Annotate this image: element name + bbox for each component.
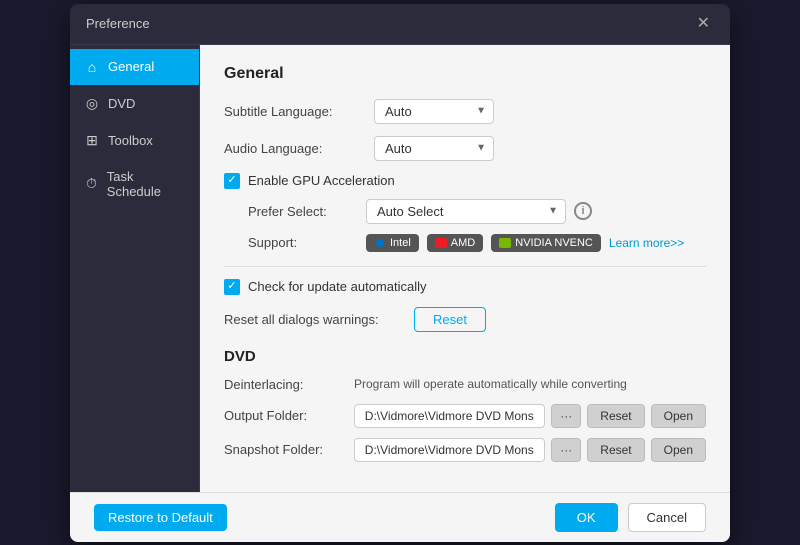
audio-language-select[interactable]: Auto English Chinese xyxy=(374,136,494,161)
check-update-row: ✓ Check for update automatically xyxy=(224,279,706,295)
gpu-section: ✓ Enable GPU Acceleration Prefer Select:… xyxy=(224,173,706,252)
deinterlacing-value: Program will operate automatically while… xyxy=(354,377,627,391)
home-icon: ⌂ xyxy=(84,59,100,75)
nvidia-logo xyxy=(499,238,511,248)
sidebar: ⌂ General ◎ DVD ⊞ Toolbox ⏱ Task Schedul… xyxy=(70,45,200,492)
gpu-checkbox-row: ✓ Enable GPU Acceleration xyxy=(224,173,706,189)
check-icon: ✓ xyxy=(227,175,236,186)
dialog-body: ⌂ General ◎ DVD ⊞ Toolbox ⏱ Task Schedul… xyxy=(70,45,730,492)
amd-logo xyxy=(435,238,447,248)
snapshot-folder-dots-button[interactable]: ··· xyxy=(551,438,581,462)
deinterlacing-label: Deinterlacing: xyxy=(224,377,354,392)
deinterlacing-row: Deinterlacing: Program will operate auto… xyxy=(224,377,706,392)
snapshot-folder-open-button[interactable]: Open xyxy=(651,438,706,462)
snapshot-folder-reset-button[interactable]: Reset xyxy=(587,438,644,462)
intel-badge: Intel xyxy=(366,234,419,252)
reset-dialogs-button[interactable]: Reset xyxy=(414,307,486,332)
subtitle-language-row: Subtitle Language: Auto English Chinese … xyxy=(224,99,706,124)
sidebar-label-general: General xyxy=(108,59,154,74)
gpu-checkbox-label: Enable GPU Acceleration xyxy=(248,173,395,188)
subtitle-language-select[interactable]: Auto English Chinese xyxy=(374,99,494,124)
sidebar-label-toolbox: Toolbox xyxy=(108,133,153,148)
prefer-select-wrapper: Auto Select Intel AMD NVIDIA NVENC ▼ xyxy=(366,199,566,224)
nvidia-badge: NVIDIA NVENC xyxy=(491,234,601,252)
prefer-label: Prefer Select: xyxy=(248,204,358,219)
snapshot-folder-label: Snapshot Folder: xyxy=(224,442,348,457)
cancel-button[interactable]: Cancel xyxy=(628,503,706,532)
output-folder-open-button[interactable]: Open xyxy=(651,404,706,428)
reset-dialogs-row: Reset all dialogs warnings: Reset xyxy=(224,307,706,332)
info-icon[interactable]: i xyxy=(574,202,592,220)
reset-dialogs-label: Reset all dialogs warnings: xyxy=(224,312,414,327)
sidebar-label-task-schedule: Task Schedule xyxy=(107,169,185,199)
audio-language-label: Audio Language: xyxy=(224,141,374,156)
footer-actions: OK Cancel xyxy=(555,503,706,532)
dvd-section-title: DVD xyxy=(224,348,706,365)
check-update-check-icon: ✓ xyxy=(227,281,236,292)
snapshot-folder-input[interactable] xyxy=(354,438,546,462)
amd-badge: AMD xyxy=(427,234,483,252)
clock-icon: ⏱ xyxy=(84,175,99,192)
footer: Restore to Default OK Cancel xyxy=(70,492,730,542)
subtitle-language-label: Subtitle Language: xyxy=(224,104,374,119)
support-label: Support: xyxy=(248,235,358,250)
audio-language-wrapper: Auto English Chinese ▼ xyxy=(374,136,494,161)
sidebar-item-general[interactable]: ⌂ General xyxy=(70,49,199,85)
learn-more-link[interactable]: Learn more>> xyxy=(609,236,684,250)
output-folder-row: Output Folder: ··· Reset Open xyxy=(224,404,706,428)
output-folder-label: Output Folder: xyxy=(224,408,348,423)
gpu-checkbox[interactable]: ✓ xyxy=(224,173,240,189)
main-content: General Subtitle Language: Auto English … xyxy=(200,45,730,492)
dialog-title: Preference xyxy=(86,16,150,31)
preference-dialog: Preference ✕ ⌂ General ◎ DVD ⊞ Toolbox ⏱… xyxy=(70,4,730,542)
intel-logo xyxy=(374,238,386,248)
ok-button[interactable]: OK xyxy=(555,503,618,532)
restore-default-button[interactable]: Restore to Default xyxy=(94,504,227,531)
output-folder-input[interactable] xyxy=(354,404,546,428)
support-row: Support: Intel AMD NVIDIA NVENC Learn mo… xyxy=(248,234,706,252)
divider-1 xyxy=(224,266,706,267)
close-button[interactable]: ✕ xyxy=(693,14,714,34)
check-update-checkbox[interactable]: ✓ xyxy=(224,279,240,295)
snapshot-folder-row: Snapshot Folder: ··· Reset Open xyxy=(224,438,706,462)
section-title: General xyxy=(224,65,706,83)
dvd-icon: ◎ xyxy=(84,95,100,112)
audio-language-row: Audio Language: Auto English Chinese ▼ xyxy=(224,136,706,161)
prefer-select[interactable]: Auto Select Intel AMD NVIDIA NVENC xyxy=(366,199,566,224)
output-folder-reset-button[interactable]: Reset xyxy=(587,404,644,428)
sidebar-item-toolbox[interactable]: ⊞ Toolbox xyxy=(70,122,199,159)
output-folder-dots-button[interactable]: ··· xyxy=(551,404,581,428)
sidebar-item-task-schedule[interactable]: ⏱ Task Schedule xyxy=(70,159,199,209)
prefer-select-row: Prefer Select: Auto Select Intel AMD NVI… xyxy=(248,199,706,224)
subtitle-language-wrapper: Auto English Chinese ▼ xyxy=(374,99,494,124)
toolbox-icon: ⊞ xyxy=(84,132,100,149)
sidebar-item-dvd[interactable]: ◎ DVD xyxy=(70,85,199,122)
sidebar-label-dvd: DVD xyxy=(108,96,135,111)
check-update-label: Check for update automatically xyxy=(248,279,426,294)
title-bar: Preference ✕ xyxy=(70,4,730,45)
